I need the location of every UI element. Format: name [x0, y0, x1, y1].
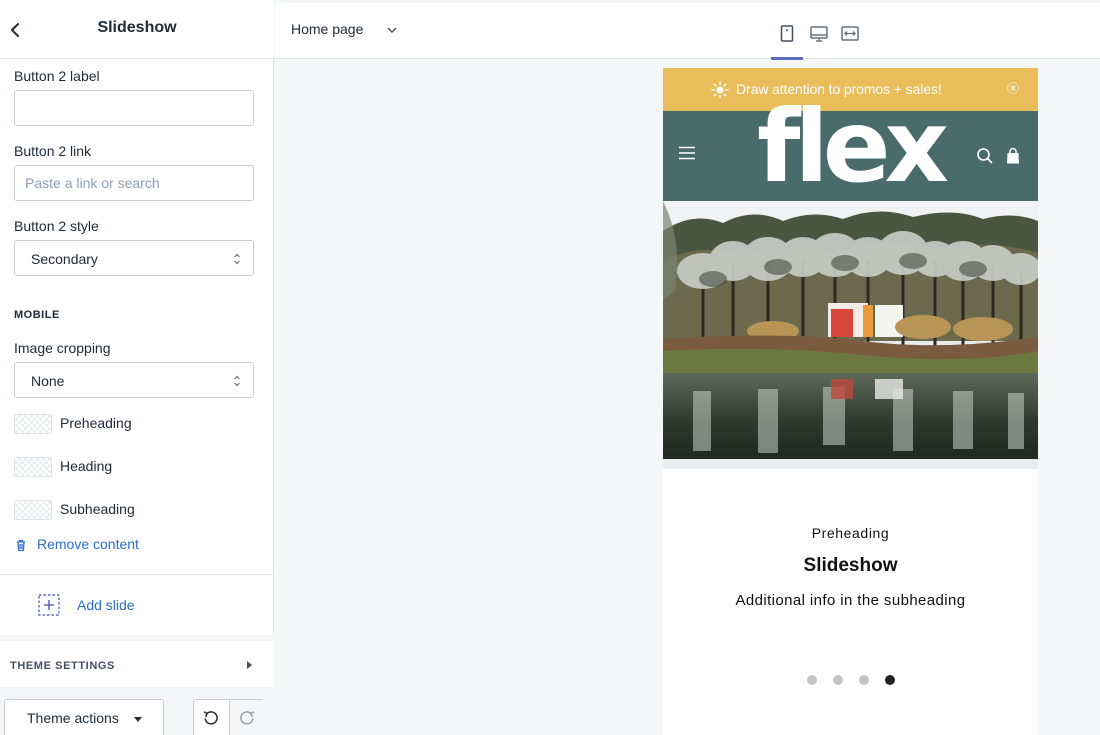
chevron-down-icon: [387, 27, 397, 33]
add-slide-label: Add slide: [77, 597, 135, 613]
undo-icon: [203, 711, 218, 725]
slide-content: Preheading Slideshow Additional info in …: [663, 469, 1038, 735]
button2-style-value: Secondary: [31, 251, 98, 267]
button2-link-input[interactable]: [14, 165, 254, 201]
hamburger-menu-icon[interactable]: [678, 146, 696, 160]
store-header: flex: [663, 93, 1038, 201]
divider: [0, 574, 274, 575]
image-cropping-value: None: [31, 373, 65, 389]
add-block-icon: [38, 594, 60, 616]
shopping-bag-icon[interactable]: [1006, 147, 1020, 165]
store-preview: Draw attention to promos + sales! flex P…: [663, 68, 1038, 735]
remove-content-label: Remove content: [37, 536, 139, 552]
select-arrows-icon: [234, 253, 240, 265]
slide-dot-4[interactable]: [885, 675, 895, 685]
close-icon[interactable]: [1007, 82, 1019, 94]
theme-settings-label: THEME SETTINGS: [10, 660, 115, 672]
page-selector[interactable]: Home page: [291, 21, 397, 41]
theme-settings-toggle[interactable]: THEME SETTINGS: [0, 641, 274, 687]
redo-button[interactable]: [229, 700, 264, 735]
slide-dot-2[interactable]: [833, 675, 843, 685]
search-icon[interactable]: [976, 147, 994, 165]
bottom-action-bar: Theme actions: [0, 687, 274, 735]
theme-actions-button[interactable]: Theme actions: [4, 699, 164, 735]
button2-label-label: Button 2 label: [14, 68, 100, 84]
slide-image: [663, 201, 1038, 469]
trash-icon: [17, 539, 25, 552]
undo-redo-group: [193, 699, 264, 735]
theme-actions-label: Theme actions: [27, 710, 119, 726]
store-logo[interactable]: flex: [755, 93, 949, 201]
add-slide-button[interactable]: Add slide: [38, 594, 158, 616]
button2-link-label: Button 2 link: [14, 143, 92, 159]
desktop-icon: [810, 26, 828, 42]
select-arrows-icon: [234, 375, 240, 387]
full-width-icon: [841, 26, 859, 41]
image-cropping-label: Image cropping: [14, 340, 111, 356]
preheading-label: Preheading: [60, 415, 132, 431]
mobile-icon: [780, 25, 794, 42]
button2-style-select[interactable]: Secondary: [14, 240, 254, 276]
slide-subheading: Additional info in the subheading: [735, 592, 966, 609]
image-placeholder: [14, 457, 52, 477]
palm-lake-photo: [663, 201, 1038, 469]
slide-dot-1[interactable]: [807, 675, 817, 685]
subheading-label: Subheading: [60, 501, 135, 517]
slide-heading: Slideshow: [803, 555, 898, 576]
sidebar-title: Slideshow: [97, 19, 177, 36]
mobile-view-button[interactable]: [771, 19, 803, 60]
redo-icon: [240, 711, 255, 725]
image-placeholder: [14, 414, 52, 434]
mobile-section-heading: MOBILE: [14, 309, 60, 321]
heading-label: Heading: [60, 458, 113, 474]
page-selector-label: Home page: [291, 21, 364, 37]
image-placeholder: [14, 500, 52, 520]
editor-sidebar: Slideshow Button 2 label Button 2 link B…: [0, 0, 274, 735]
slide-preheading: Preheading: [811, 525, 890, 541]
sidebar-header: Slideshow: [0, 0, 274, 59]
caret-down-icon: [134, 717, 142, 722]
desktop-view-button[interactable]: [802, 19, 834, 59]
button2-label-input[interactable]: [14, 90, 254, 126]
slide-dot-3[interactable]: [859, 675, 869, 685]
undo-button[interactable]: [194, 700, 229, 735]
image-cropping-select[interactable]: None: [14, 362, 254, 398]
caret-right-icon: [247, 661, 252, 669]
preview-toolbar: Home page: [275, 0, 1100, 60]
sun-icon: [711, 81, 729, 99]
fullscreen-view-button[interactable]: [833, 19, 865, 59]
button2-style-label: Button 2 style: [14, 218, 99, 234]
slide-pagination: [807, 675, 897, 687]
